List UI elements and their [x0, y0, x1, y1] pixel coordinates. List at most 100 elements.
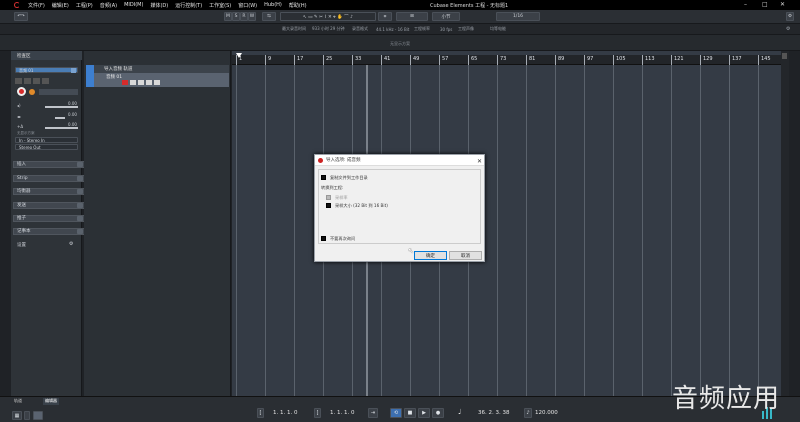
infobar-settings-icon[interactable]: ⚙	[786, 26, 790, 32]
ruler-bar-41[interactable]: 41	[381, 55, 390, 65]
track-folder[interactable]: 导入音频 轨道	[94, 65, 229, 73]
ruler-bar-137[interactable]: 137	[729, 55, 742, 65]
pointer-tool-icon[interactable]: ↖ ▭ ✎ ✂ ⌇ ✕ ⌖ ✋ ⌒ ♪	[303, 14, 353, 20]
snap-grid-select[interactable]: 小节	[432, 12, 460, 21]
tempo-track-button[interactable]: ♪	[524, 408, 532, 418]
vertical-scrollbar[interactable]	[781, 51, 789, 396]
tab-editor[interactable]: 编辑器	[43, 398, 59, 405]
menu-hub[interactable]: Hub(H)	[264, 2, 282, 8]
menu-project[interactable]: 工程(P)	[76, 2, 93, 9]
left-locator-display[interactable]: 1. 1. 1. 0	[273, 410, 298, 416]
right-locator-display[interactable]: 1. 1. 1. 0	[330, 410, 355, 416]
output-routing-select[interactable]: Stereo Out	[15, 144, 78, 150]
position-display[interactable]: 36. 2. 3. 38	[478, 410, 510, 416]
cycle-button[interactable]: ⟲	[390, 408, 402, 418]
zoom-button[interactable]	[782, 53, 787, 59]
zone-toggle-button[interactable]: ▦	[12, 411, 22, 420]
left-locator-button[interactable]: [	[257, 408, 264, 418]
ruler-bar-145[interactable]: 145	[758, 55, 771, 65]
record-format-value[interactable]: 44.1 kHz - 16 Bit	[376, 27, 409, 32]
close-window-icon[interactable]: ✕	[780, 1, 785, 8]
inspector-settings-label[interactable]: 设置	[17, 242, 26, 248]
pan-law-value[interactable]: 均等电能	[490, 26, 506, 32]
menu-midi[interactable]: MIDI(M)	[124, 2, 143, 8]
write-button[interactable]	[42, 78, 49, 84]
section-inserts[interactable]: 插入	[13, 161, 86, 168]
maximize-icon[interactable]: □	[762, 1, 768, 8]
input-routing-select[interactable]: In - Stereo In	[15, 137, 78, 143]
zone-btn-1[interactable]	[24, 411, 30, 420]
mode-s-button[interactable]: S	[232, 12, 240, 21]
undo-redo-button[interactable]: ↶↷	[14, 12, 28, 21]
pan-slider[interactable]	[55, 117, 65, 119]
ruler-bar-113[interactable]: 113	[642, 55, 655, 65]
menu-help[interactable]: 帮助(H)	[289, 2, 307, 9]
record-button[interactable]: ●	[432, 408, 444, 418]
read-button[interactable]	[33, 78, 40, 84]
ruler-bar-105[interactable]: 105	[613, 55, 626, 65]
ruler-bar-57[interactable]: 57	[439, 55, 448, 65]
minimize-icon[interactable]: –	[744, 1, 747, 8]
play-button[interactable]: ▶	[418, 408, 430, 418]
ruler-bar-97[interactable]: 97	[584, 55, 593, 65]
tempo-display[interactable]: 120.000	[535, 410, 558, 416]
ruler-bar-65[interactable]: 65	[468, 55, 477, 65]
ruler-bar-129[interactable]: 129	[700, 55, 713, 65]
snap-type-select[interactable]: ⊞	[396, 12, 428, 21]
track-read-button[interactable]	[138, 80, 144, 85]
track-record-button[interactable]	[122, 80, 128, 85]
copy-files-checkbox[interactable]	[321, 175, 326, 180]
sample-size-checkbox[interactable]	[326, 203, 331, 208]
section-notepad[interactable]: 记事本	[13, 228, 86, 235]
inspector-extra-controls[interactable]	[39, 89, 78, 95]
settings-gear-icon[interactable]: ⚙	[786, 12, 794, 21]
track-lock-button[interactable]	[154, 80, 160, 85]
ruler-bar-9[interactable]: 9	[265, 55, 271, 65]
autoscroll-button[interactable]: ⇆	[262, 12, 276, 21]
monitor-button[interactable]	[29, 89, 35, 95]
menu-window[interactable]: 窗口(W)	[238, 2, 257, 9]
stop-button[interactable]: ■	[404, 408, 416, 418]
volume-slider[interactable]	[45, 106, 78, 108]
ruler-bar-73[interactable]: 73	[497, 55, 506, 65]
delay-slider[interactable]	[45, 127, 78, 129]
ok-button[interactable]: 确定	[414, 251, 447, 260]
solo-button[interactable]	[24, 78, 31, 84]
snap-toggle-button[interactable]: ⌗	[378, 12, 392, 21]
track-audio[interactable]: 音频 01	[94, 73, 229, 87]
mute-button[interactable]	[15, 78, 22, 84]
ruler[interactable]: 1 9 17 25 33 41 49 57 65 73 81 89 97 105 113 121 129 137 1…	[232, 55, 781, 65]
section-strip[interactable]: Strip	[13, 175, 86, 182]
inspector-track-name[interactable]: 音频 01	[15, 67, 78, 73]
dialog-close-icon[interactable]: ✕	[477, 156, 482, 167]
menu-transport[interactable]: 运行控制(T)	[175, 2, 202, 9]
metronome-note-icon[interactable]: ♩	[458, 408, 461, 416]
section-sends[interactable]: 发送	[13, 202, 86, 209]
dont-ask-again-checkbox[interactable]	[321, 236, 326, 241]
track-monitor-button[interactable]	[130, 80, 136, 85]
frame-rate-value[interactable]: 30 fps	[440, 27, 452, 32]
inspector-settings-gear-icon[interactable]: ⚙	[69, 241, 73, 247]
ruler-bar-49[interactable]: 49	[410, 55, 419, 65]
zone-btn-2[interactable]	[33, 411, 43, 420]
sample-rate-checkbox[interactable]	[326, 195, 331, 200]
cancel-button[interactable]: 取消	[449, 251, 482, 260]
track-write-button[interactable]	[146, 80, 152, 85]
ruler-bar-17[interactable]: 17	[294, 55, 303, 65]
mode-m-button[interactable]: M	[224, 12, 232, 21]
ruler-bar-25[interactable]: 25	[323, 55, 332, 65]
ruler-bar-121[interactable]: 121	[671, 55, 684, 65]
punch-button[interactable]: ⇥	[368, 408, 378, 418]
menu-edit[interactable]: 编辑(E)	[52, 2, 69, 9]
section-equalizer[interactable]: 均衡器	[13, 188, 86, 195]
mode-r-button[interactable]: R	[240, 12, 248, 21]
right-locator-button[interactable]: ]	[314, 408, 321, 418]
menu-file[interactable]: 文件(F)	[28, 2, 45, 9]
menu-studio[interactable]: 工作室(S)	[209, 2, 231, 9]
ruler-bar-89[interactable]: 89	[555, 55, 564, 65]
mode-w-button[interactable]: W	[248, 12, 256, 21]
section-fader[interactable]: 推子	[13, 215, 86, 222]
record-enable-button[interactable]	[17, 87, 26, 96]
ruler-bar-33[interactable]: 33	[352, 55, 361, 65]
ruler-bar-81[interactable]: 81	[526, 55, 535, 65]
